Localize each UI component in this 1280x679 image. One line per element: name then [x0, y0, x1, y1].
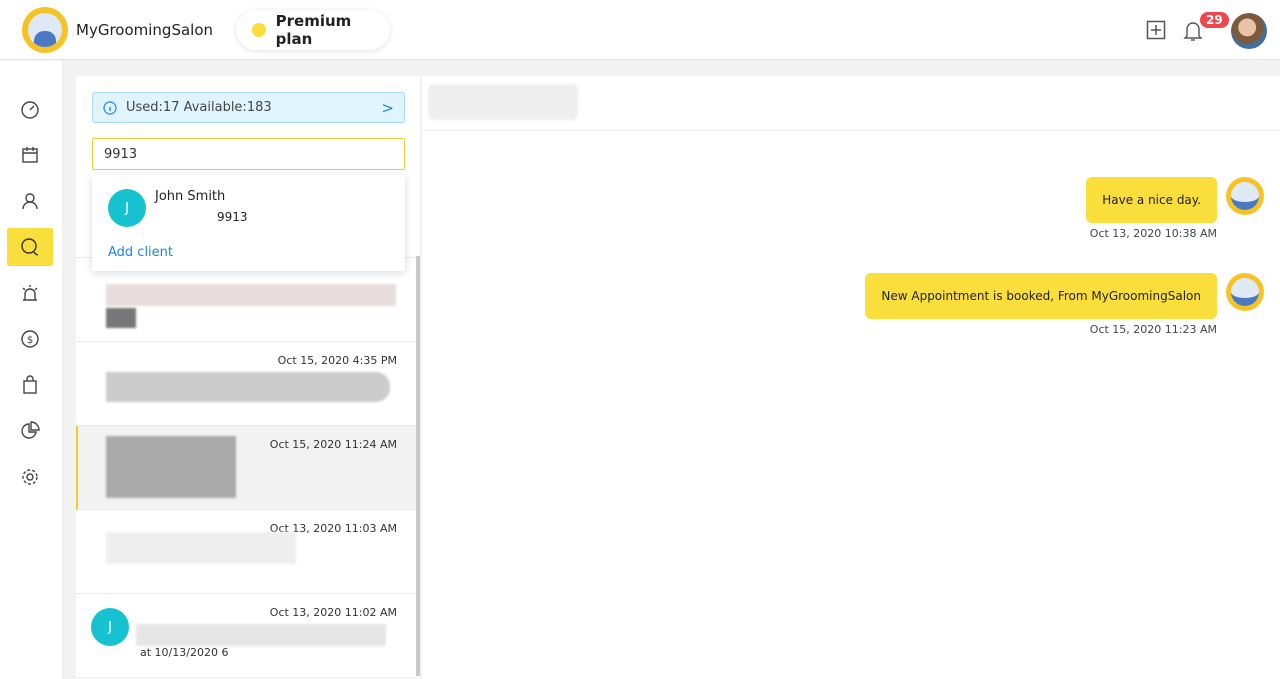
avatar: J [108, 189, 146, 227]
chevron-right-icon[interactable]: > [381, 99, 394, 117]
conversation-preview: at 10/13/2020 6 [140, 646, 229, 659]
chat-panel: Have a nice day. Oct 13, 2020 10:38 AM N… [422, 76, 1280, 679]
avatar: J [91, 608, 129, 646]
premium-plan-button[interactable]: Premium plan [236, 10, 390, 50]
brand-name: MyGroomingSalon [76, 21, 214, 39]
shopping-bag-icon [23, 375, 37, 394]
sidebar-item-payments[interactable]: $ [7, 320, 53, 358]
dashboard-icon [21, 101, 39, 119]
dollar-icon: $ [21, 330, 39, 348]
message-time: Oct 13, 2020 10:38 AM [1089, 227, 1217, 240]
pie-chart-icon [21, 421, 40, 439]
chat-icon [21, 238, 39, 256]
plan-dot-icon [252, 23, 266, 37]
chat-header [422, 76, 1280, 131]
sidebar-item-clients[interactable] [7, 182, 53, 220]
client-search-input[interactable] [92, 138, 405, 170]
sidebar: $ [0, 61, 62, 679]
sidebar-item-calendar[interactable] [7, 136, 53, 174]
salon-logo[interactable] [22, 7, 68, 53]
settings-icon [22, 469, 38, 485]
plan-label: Premium plan [275, 12, 352, 48]
sidebar-item-settings[interactable] [7, 458, 53, 496]
conversation-item[interactable]: Oct 15, 2020 4:35 PM [76, 342, 417, 426]
message-bubble: New Appointment is booked, From MyGroomi… [865, 273, 1217, 319]
add-icon[interactable] [1146, 20, 1166, 40]
info-icon [103, 100, 117, 115]
sidebar-item-shop[interactable] [7, 366, 53, 404]
user-icon [22, 193, 38, 210]
conversation-panel: Used:17 Available:183 > J John Smith 991… [76, 76, 420, 679]
search-results-dropdown: J John Smith 9913 Add client [92, 175, 405, 271]
quota-text: Used:17 Available:183 [126, 100, 272, 115]
conversation-item[interactable]: Oct 13, 2020 11:03 AM [76, 510, 417, 594]
user-avatar[interactable] [1231, 13, 1267, 49]
list-scrollbar[interactable] [416, 256, 420, 676]
salon-avatar [1226, 273, 1264, 311]
salon-avatar [1226, 177, 1264, 215]
alarm-icon [22, 285, 38, 301]
result-phone: 9913 [217, 210, 248, 224]
sidebar-item-dashboard[interactable] [7, 90, 53, 128]
svg-text:$: $ [27, 335, 33, 346]
conversation-time: Oct 15, 2020 11:24 AM [269, 438, 397, 451]
quota-banner[interactable]: Used:17 Available:183 > [92, 92, 405, 123]
search-result-item[interactable]: J John Smith 9913 [92, 175, 405, 237]
conversation-time: Oct 15, 2020 4:35 PM [277, 354, 397, 367]
sidebar-item-alarms[interactable] [7, 274, 53, 312]
result-name: John Smith [155, 189, 226, 204]
message-time: Oct 15, 2020 11:23 AM [1089, 323, 1217, 336]
calendar-icon [22, 147, 38, 163]
conversation-item[interactable]: Oct 13, 2020 11:02 AM J at 10/13/2020 6 [76, 594, 417, 678]
conversation-time: Oct 13, 2020 11:02 AM [269, 606, 397, 619]
top-bar: MyGroomingSalon Premium plan 29 [0, 0, 1280, 60]
add-client-link[interactable]: Add client [108, 245, 173, 260]
sidebar-item-messages[interactable] [7, 228, 53, 266]
sidebar-item-reports[interactable] [7, 412, 53, 450]
conversation-item-selected[interactable]: Oct 15, 2020 11:24 AM [76, 426, 417, 510]
message-bubble: Have a nice day. [1086, 177, 1217, 223]
notification-badge: 29 [1200, 12, 1229, 28]
